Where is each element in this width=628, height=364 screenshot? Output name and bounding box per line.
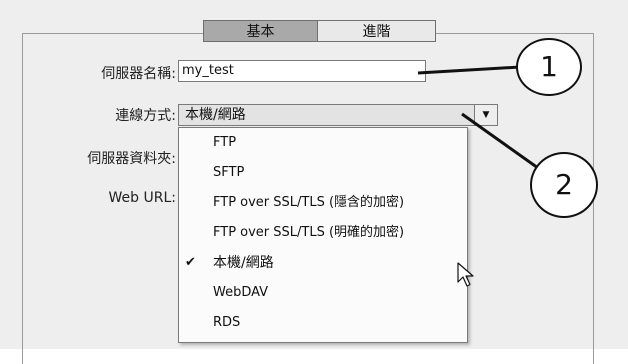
site-setup-panel: 基本 進階 伺服器名稱: my_test 連線方式: 本機/網路 ▼ 伺服器資料… bbox=[0, 0, 628, 364]
callout-1: 1 bbox=[516, 38, 582, 96]
callout-2: 2 bbox=[530, 152, 598, 218]
